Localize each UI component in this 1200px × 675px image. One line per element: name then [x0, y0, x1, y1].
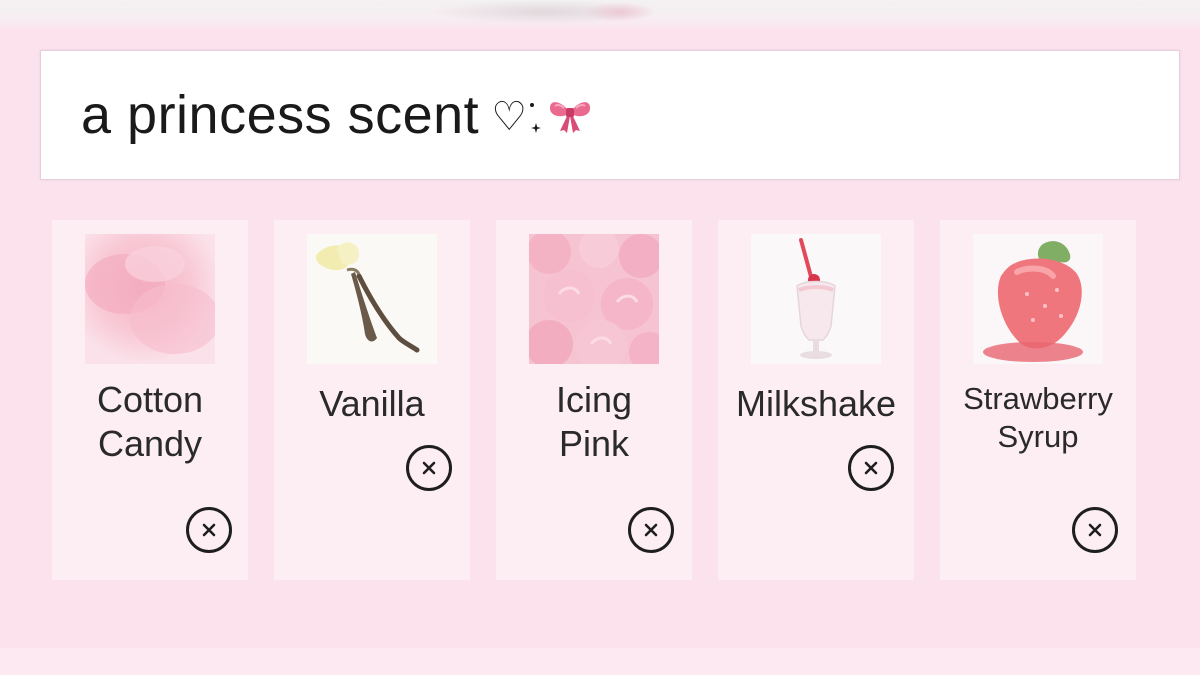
scent-label: Milkshake — [735, 383, 897, 424]
close-icon — [422, 461, 436, 475]
close-icon — [864, 461, 878, 475]
close-icon — [202, 523, 216, 537]
scent-card-milkshake: Milkshake — [718, 220, 914, 580]
scent-card-icing-pink: Icing Pink — [496, 220, 692, 580]
remove-scent-button[interactable] — [848, 445, 894, 491]
pink-frosting-image — [529, 234, 659, 364]
scent-label: Vanilla — [319, 383, 425, 424]
remove-scent-button[interactable] — [186, 507, 232, 553]
top-bar — [0, 0, 1200, 30]
heart-outline-icon: ♡ — [491, 94, 528, 140]
close-icon — [1088, 523, 1102, 537]
scent-card-cotton-candy: Cotton Candy — [52, 220, 248, 580]
strawberry-image — [973, 234, 1103, 364]
scent-label: Icing Pink — [555, 379, 633, 464]
scent-card-vanilla: Vanilla — [274, 220, 470, 580]
remove-scent-button[interactable] — [406, 445, 452, 491]
scent-label: Cotton Candy — [96, 379, 204, 464]
cotton-candy-image — [85, 234, 215, 364]
remove-scent-button[interactable] — [1072, 507, 1118, 553]
blurred-background-shape — [585, 2, 655, 22]
milkshake-glass-image — [751, 234, 881, 364]
remove-scent-button[interactable] — [628, 507, 674, 553]
pink-bow-icon — [547, 95, 593, 140]
vanilla-flower-image — [307, 234, 437, 364]
search-input[interactable]: a princess scent ♡ — [40, 50, 1180, 180]
search-input-value: a princess scent — [81, 85, 480, 145]
search-decoration: ♡ — [491, 87, 593, 147]
bottom-bar — [0, 648, 1200, 675]
close-icon — [644, 523, 658, 537]
scent-label: Strawberry Syrup — [963, 381, 1113, 454]
scent-card-strawberry-syrup: Strawberry Syrup — [940, 220, 1136, 580]
sparkle-icon — [527, 87, 545, 147]
